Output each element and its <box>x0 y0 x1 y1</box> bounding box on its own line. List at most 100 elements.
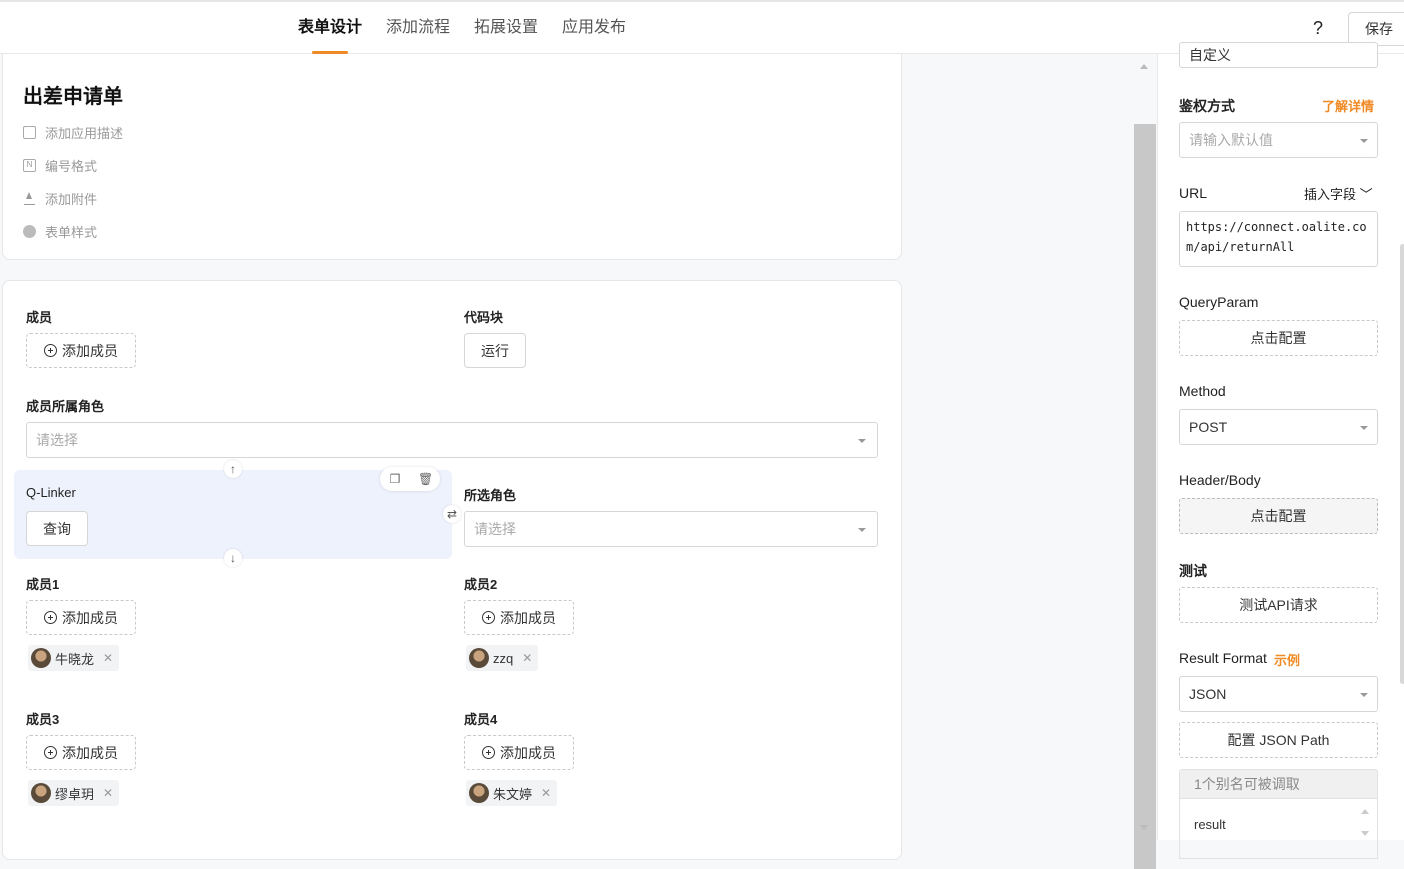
main-tabs: 表单设计 添加流程 拓展设置 应用发布 <box>298 2 650 54</box>
url-input[interactable]: https://connect.oalite.com/api/returnAll <box>1179 211 1378 267</box>
member-role-select[interactable]: 请选择 <box>26 422 878 458</box>
query-button[interactable]: 查询 <box>26 511 88 546</box>
chevron-down-icon <box>1360 139 1368 143</box>
member1-add-button[interactable]: 添加成员 <box>26 600 136 635</box>
copy-icon[interactable]: ❐ <box>388 472 402 486</box>
form-style-link[interactable]: 表单样式 <box>23 222 97 241</box>
result-format-select[interactable]: JSON <box>1179 676 1378 712</box>
number-format-link[interactable]: N 编号格式 <box>23 156 97 175</box>
qlinker-label: Q-Linker <box>26 485 76 500</box>
insert-field-label: 插入字段 <box>1304 187 1357 202</box>
avatar <box>31 648 51 668</box>
scrollbar-thumb[interactable] <box>1134 124 1156 869</box>
auth-label: 鉴权方式 <box>1179 98 1235 114</box>
avatar <box>469 783 489 803</box>
member4-add-label: 添加成员 <box>500 744 556 761</box>
close-icon[interactable]: ✕ <box>103 786 113 800</box>
result-format-label: Result Format <box>1179 650 1267 666</box>
close-icon[interactable]: ✕ <box>103 651 113 665</box>
number-format-label: 编号格式 <box>45 159 98 174</box>
scroll-down-icon[interactable] <box>1140 825 1148 830</box>
member4-add-button[interactable]: 添加成员 <box>464 735 574 770</box>
header-body-label: Header/Body <box>1179 472 1261 488</box>
avatar <box>469 648 489 668</box>
close-icon[interactable]: ✕ <box>522 651 532 665</box>
method-select[interactable]: POST <box>1179 409 1378 445</box>
member-tag: 朱文婷 ✕ <box>466 780 558 806</box>
message-icon <box>23 126 36 139</box>
plus-circle-icon <box>482 611 495 624</box>
save-button[interactable]: 保存 <box>1348 12 1404 46</box>
add-attachment-label: 添加附件 <box>45 192 98 207</box>
chevron-down-icon <box>1360 426 1368 430</box>
tab-app-publish[interactable]: 应用发布 <box>562 2 626 54</box>
scroll-down-icon[interactable] <box>1361 831 1369 836</box>
member-role-label: 成员所属角色 <box>26 399 105 414</box>
member2-add-label: 添加成员 <box>500 609 556 626</box>
help-icon[interactable]: ? <box>1313 18 1323 39</box>
avatar <box>31 783 51 803</box>
member1-label: 成员1 <box>26 577 60 592</box>
chevron-down-icon <box>858 528 866 532</box>
add-description-link[interactable]: 添加应用描述 <box>23 123 123 142</box>
member-tag-name: zzq <box>493 650 514 666</box>
auth-select[interactable]: 请输入默认值 <box>1179 122 1378 158</box>
member-tag: 缪卓玥 ✕ <box>28 780 120 806</box>
alias-header: 1个别名可被调取 <box>1179 769 1378 799</box>
panel-scrollbar[interactable] <box>1400 244 1404 684</box>
member2-add-button[interactable]: 添加成员 <box>464 600 574 635</box>
tab-extension-settings[interactable]: 拓展设置 <box>474 2 538 54</box>
member2-label: 成员2 <box>464 577 498 592</box>
member3-add-button[interactable]: 添加成员 <box>26 735 136 770</box>
move-down-icon[interactable]: ↓ <box>224 549 242 567</box>
scroll-up-icon[interactable] <box>1361 809 1369 814</box>
json-path-config-button[interactable]: 配置 JSON Path <box>1179 722 1378 758</box>
custom-type-select[interactable]: 自定义 <box>1179 42 1378 68</box>
add-attachment-link[interactable]: 添加附件 <box>23 189 97 208</box>
learn-more-link[interactable]: 了解详情 <box>1322 96 1374 115</box>
canvas-scrollbar[interactable] <box>1133 54 1157 869</box>
code-block-label: 代码块 <box>464 310 504 325</box>
plus-circle-icon <box>482 746 495 759</box>
selected-role-label: 所选角色 <box>464 488 517 503</box>
header-body-config-button[interactable]: 点击配置 <box>1179 498 1378 534</box>
test-label: 测试 <box>1179 563 1207 579</box>
tab-add-flow[interactable]: 添加流程 <box>386 2 450 54</box>
member-field-label: 成员 <box>26 310 53 325</box>
plus-circle-icon <box>44 746 57 759</box>
scroll-up-icon[interactable] <box>1140 64 1148 69</box>
close-icon[interactable]: ✕ <box>541 786 551 800</box>
member-tag-name: 缪卓玥 <box>55 786 95 802</box>
upload-icon <box>23 192 36 205</box>
member1-add-label: 添加成员 <box>62 609 118 626</box>
query-param-label: QueryParam <box>1179 294 1259 310</box>
member-tag-name: 朱文婷 <box>493 786 533 802</box>
delete-icon[interactable]: 🗑 <box>418 472 433 486</box>
run-button[interactable]: 运行 <box>464 333 526 368</box>
palette-icon <box>23 225 36 238</box>
form-info-card: 出差申请单 添加应用描述 N 编号格式 添加附件 表单样式 <box>2 54 902 260</box>
test-api-button[interactable]: 测试API请求 <box>1179 587 1378 623</box>
member-role-placeholder: 请选择 <box>36 432 78 448</box>
swap-icon[interactable]: ⇄ <box>443 505 461 523</box>
number-icon: N <box>23 159 36 172</box>
form-style-label: 表单样式 <box>45 225 98 240</box>
selected-role-select[interactable]: 请选择 <box>464 511 878 547</box>
member3-label: 成员3 <box>26 712 60 727</box>
tab-form-design[interactable]: 表单设计 <box>298 2 362 54</box>
result-format-value: JSON <box>1189 686 1227 702</box>
query-param-config-button[interactable]: 点击配置 <box>1179 320 1378 356</box>
add-member-label: 添加成员 <box>62 342 118 359</box>
move-up-icon[interactable]: ↑ <box>224 460 242 478</box>
properties-panel: 自定义 鉴权方式 了解详情 请输入默认值 URL 插入字段 ﹀ https://… <box>1157 42 1404 859</box>
chevron-down-icon: ﹀ <box>1359 187 1373 202</box>
form-title[interactable]: 出差申请单 <box>23 80 123 109</box>
insert-field-dropdown[interactable]: 插入字段 ﹀ <box>1304 184 1373 203</box>
alias-item[interactable]: result <box>1194 817 1226 832</box>
plus-circle-icon <box>44 344 57 357</box>
add-description-label: 添加应用描述 <box>45 126 124 141</box>
add-member-button[interactable]: 添加成员 <box>26 333 136 368</box>
example-link[interactable]: 示例 <box>1274 650 1300 669</box>
member3-add-label: 添加成员 <box>62 744 118 761</box>
url-label: URL <box>1179 185 1208 201</box>
